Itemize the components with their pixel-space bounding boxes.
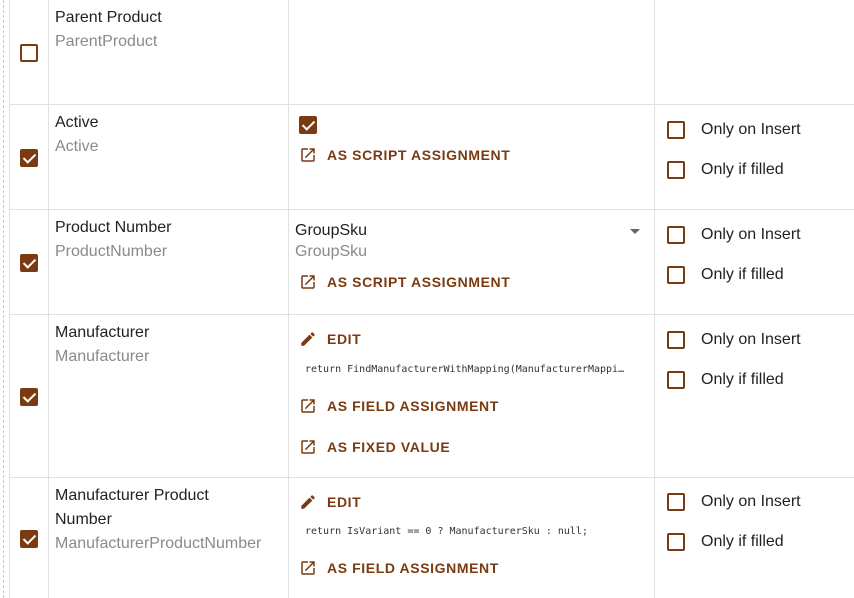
table-row: Manufacturer Product Number Manufacturer…	[9, 478, 854, 598]
option-label: Only if filled	[701, 371, 784, 388]
row-checkbox[interactable]	[20, 44, 38, 62]
field-name-cell: Product Number ProductNumber	[49, 210, 289, 314]
dropdown-arrow-icon[interactable]	[630, 229, 640, 234]
options-cell: Only on Insert Only if filled	[655, 105, 854, 209]
row-checkbox[interactable]	[20, 530, 38, 548]
open-in-new-icon	[301, 561, 315, 575]
edit-script-button[interactable]: EDIT	[299, 328, 361, 350]
open-in-new-icon	[301, 440, 315, 454]
pencil-icon	[301, 495, 315, 509]
only-if-filled-checkbox[interactable]	[667, 371, 685, 389]
value-cell: EDIT return FindManufacturerWithMapping(…	[289, 315, 655, 477]
option-label: Only on Insert	[701, 331, 801, 348]
as-script-assignment-button[interactable]: AS SCRIPT ASSIGNMENT	[299, 144, 510, 166]
only-on-insert-option[interactable]: Only on Insert	[667, 119, 801, 141]
table-row: Product Number ProductNumber GroupSku Gr…	[9, 210, 854, 315]
open-in-new-icon	[301, 148, 315, 162]
option-label: Only on Insert	[701, 493, 801, 510]
script-preview: return FindManufacturerWithMapping(Manuf…	[305, 364, 625, 375]
field-title: Parent Product	[55, 9, 162, 26]
field-name-cell: Parent Product ParentProduct	[49, 0, 289, 104]
row-checkbox[interactable]	[20, 254, 38, 272]
only-on-insert-checkbox[interactable]	[667, 121, 685, 139]
row-checkbox[interactable]	[20, 149, 38, 167]
as-fixed-value-button[interactable]: AS FIXED VALUE	[299, 436, 450, 458]
options-cell	[655, 0, 854, 104]
edit-script-button[interactable]: EDIT	[299, 491, 361, 513]
button-label: EDIT	[327, 331, 362, 347]
button-label: AS SCRIPT ASSIGNMENT	[327, 274, 511, 290]
open-in-new-icon	[301, 275, 315, 289]
options-cell: Only on Insert Only if filled	[655, 478, 854, 598]
open-in-new-icon	[301, 399, 315, 413]
row-select-cell	[9, 105, 49, 209]
button-label: AS SCRIPT ASSIGNMENT	[327, 147, 511, 163]
only-if-filled-checkbox[interactable]	[667, 161, 685, 179]
dashed-guide	[3, 0, 4, 598]
script-preview: return IsVariant == 0 ? ManufacturerSku …	[305, 526, 588, 537]
only-on-insert-option[interactable]: Only on Insert	[667, 491, 801, 513]
field-name-cell: Manufacturer Product Number Manufacturer…	[49, 478, 289, 598]
button-label: EDIT	[327, 494, 362, 510]
table-row: Manufacturer Manufacturer EDIT return Fi…	[9, 315, 854, 478]
button-label: AS FIXED VALUE	[327, 439, 451, 455]
select-value-key: GroupSku	[295, 243, 368, 260]
only-if-filled-option[interactable]: Only if filled	[667, 264, 784, 286]
field-title: Product Number	[55, 219, 172, 236]
field-name-cell: Manufacturer Manufacturer	[49, 315, 289, 477]
option-label: Only if filled	[701, 533, 784, 550]
only-if-filled-option[interactable]: Only if filled	[667, 531, 784, 553]
only-if-filled-option[interactable]: Only if filled	[667, 159, 784, 181]
field-title-line-1: Manufacturer Product	[55, 487, 209, 504]
as-field-assignment-button[interactable]: AS FIELD ASSIGNMENT	[299, 395, 499, 417]
value-cell: AS SCRIPT ASSIGNMENT	[289, 105, 655, 209]
field-title: Active	[55, 114, 99, 131]
value-cell: EDIT return IsVariant == 0 ? Manufacture…	[289, 478, 655, 598]
pencil-icon	[301, 332, 315, 346]
field-title: Manufacturer	[55, 324, 150, 341]
field-key: ParentProduct	[55, 33, 158, 50]
option-label: Only on Insert	[701, 226, 801, 243]
only-if-filled-option[interactable]: Only if filled	[667, 369, 784, 391]
value-cell	[289, 0, 655, 104]
as-script-assignment-button[interactable]: AS SCRIPT ASSIGNMENT	[299, 271, 510, 293]
row-select-cell	[9, 0, 49, 104]
field-title-line-2: Number	[55, 511, 112, 528]
select-value: GroupSku	[295, 222, 368, 239]
only-on-insert-option[interactable]: Only on Insert	[667, 329, 801, 351]
as-field-assignment-button[interactable]: AS FIELD ASSIGNMENT	[299, 557, 499, 579]
value-cell: GroupSku GroupSku AS SCRIPT ASSIGNMENT	[289, 210, 655, 314]
row-select-cell	[9, 478, 49, 598]
button-label: AS FIELD ASSIGNMENT	[327, 560, 499, 576]
option-label: Only on Insert	[701, 121, 801, 138]
field-key: ManufacturerProductNumber	[55, 535, 262, 552]
field-name-cell: Active Active	[49, 105, 289, 209]
option-label: Only if filled	[701, 266, 784, 283]
row-select-cell	[9, 210, 49, 314]
table-row: Parent Product ParentProduct	[9, 0, 854, 105]
field-key: ProductNumber	[55, 243, 168, 260]
only-if-filled-checkbox[interactable]	[667, 266, 685, 284]
only-on-insert-checkbox[interactable]	[667, 331, 685, 349]
row-select-cell	[9, 315, 49, 477]
only-on-insert-checkbox[interactable]	[667, 226, 685, 244]
only-on-insert-checkbox[interactable]	[667, 493, 685, 511]
value-checkbox[interactable]	[299, 116, 317, 134]
option-label: Only if filled	[701, 161, 784, 178]
only-on-insert-option[interactable]: Only on Insert	[667, 224, 801, 246]
field-key: Manufacturer	[55, 348, 150, 365]
options-cell: Only on Insert Only if filled	[655, 315, 854, 477]
only-if-filled-checkbox[interactable]	[667, 533, 685, 551]
button-label: AS FIELD ASSIGNMENT	[327, 398, 499, 414]
field-key: Active	[55, 138, 99, 155]
row-checkbox[interactable]	[20, 388, 38, 406]
table-row: Active Active AS SCRIPT ASSIGNMENT Only …	[9, 105, 854, 210]
options-cell: Only on Insert Only if filled	[655, 210, 854, 314]
